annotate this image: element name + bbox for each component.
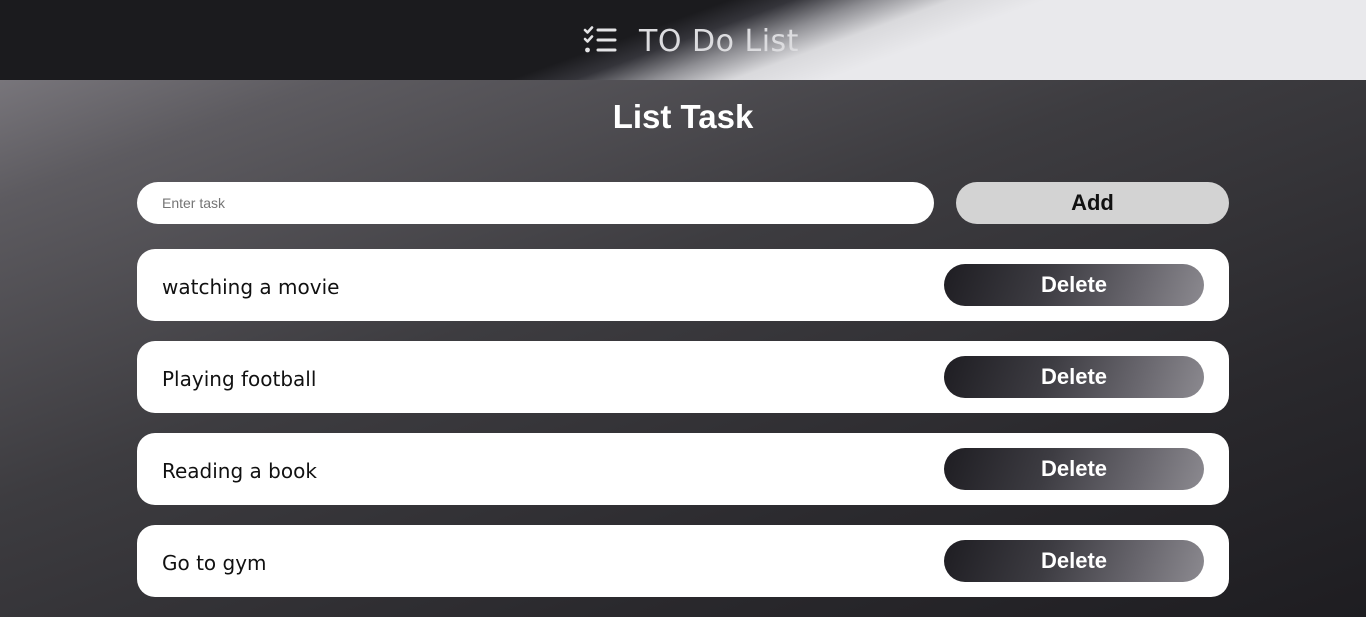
task-text: Playing football [162,367,317,391]
app-title: TO Do List [639,23,799,59]
task-item: Reading a book Delete [137,433,1229,505]
task-text: Reading a book [162,459,317,483]
task-input[interactable] [137,182,934,224]
delete-button[interactable]: Delete [944,540,1204,582]
task-item: Playing football Delete [137,341,1229,413]
add-task-form: Add [137,182,1229,224]
checklist-icon [583,26,617,56]
task-text: Go to gym [162,551,267,575]
header-bar: TO Do List [0,0,1366,80]
task-list: watching a movie Delete Playing football… [137,249,1229,617]
delete-button[interactable]: Delete [944,264,1204,306]
task-item: Go to gym Delete [137,525,1229,597]
task-item: watching a movie Delete [137,249,1229,321]
delete-button[interactable]: Delete [944,356,1204,398]
brand: TO Do List [583,24,799,59]
add-button[interactable]: Add [956,182,1229,224]
delete-button[interactable]: Delete [944,448,1204,490]
page-title: List Task [612,98,754,135]
app-page: TO Do List List Task Add watching a movi… [0,0,1366,617]
task-text: watching a movie [162,275,340,299]
